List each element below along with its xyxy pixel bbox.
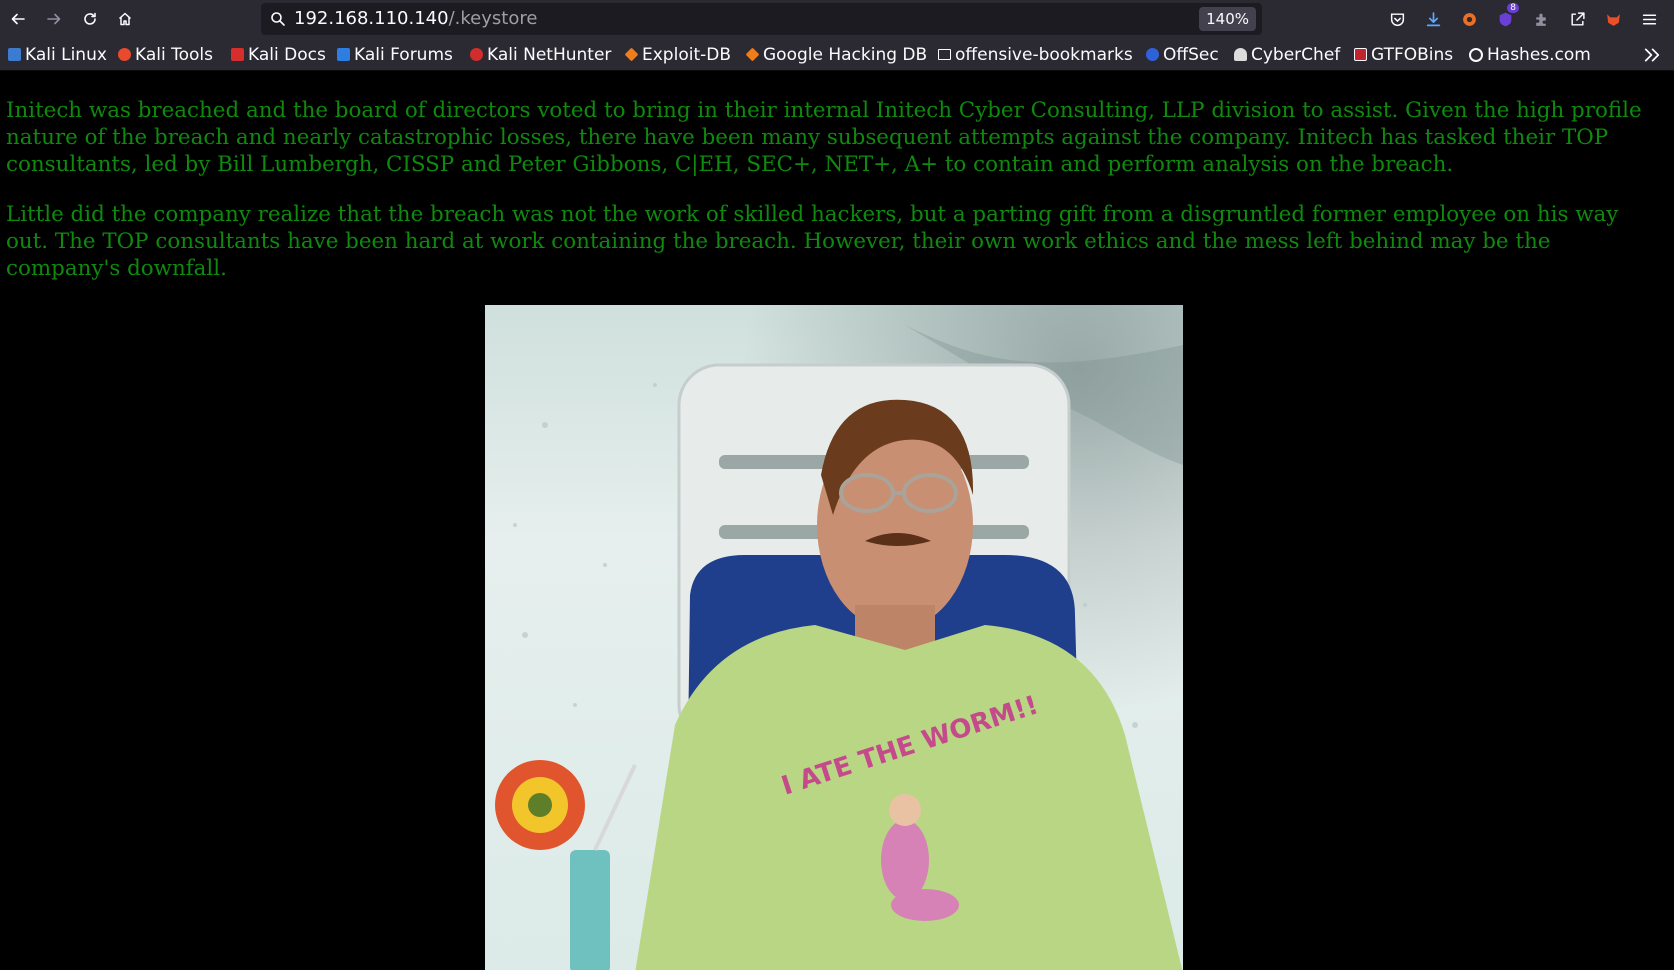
extension-badge: 8 xyxy=(1507,3,1519,13)
arrow-left-icon xyxy=(11,13,25,25)
offsec-icon xyxy=(1146,48,1159,61)
search-icon xyxy=(271,12,285,26)
bookmark-cyberchef[interactable]: CyberChef xyxy=(1234,39,1340,70)
share-button[interactable] xyxy=(1565,7,1589,31)
bookmark-label: Kali NetHunter xyxy=(487,44,612,65)
bookmark-label: CyberChef xyxy=(1251,44,1341,65)
kali-docs-icon xyxy=(231,48,244,61)
bookmark-folder-offensive-bookmarks[interactable]: offensive-bookmarks xyxy=(938,39,1133,70)
pocket-button[interactable] xyxy=(1385,7,1409,31)
bookmark-gtfobins[interactable]: GTFOBins xyxy=(1354,39,1453,70)
nethunter-icon xyxy=(470,48,483,61)
bookmark-label: Kali Tools xyxy=(135,44,213,65)
bookmark-label: Exploit-DB xyxy=(642,44,731,65)
bookmark-label: Kali Forums xyxy=(354,44,453,65)
url-text[interactable]: 192.168.110.140/.keystore xyxy=(294,3,537,35)
fox-icon xyxy=(1606,13,1620,26)
bookmark-label: Kali Docs xyxy=(248,44,326,65)
intro-paragraph: Initech was breached and the board of di… xyxy=(6,98,1642,177)
home-icon xyxy=(118,12,132,26)
back-button[interactable] xyxy=(4,5,32,33)
address-bar[interactable]: 192.168.110.140/.keystore 140% xyxy=(261,3,1262,35)
bookmark-label: offensive-bookmarks xyxy=(955,44,1133,65)
bookmark-kali-forums[interactable]: Kali Forums xyxy=(337,39,453,70)
reload-icon xyxy=(84,12,96,25)
bookmarks-toolbar: Kali Linux Kali Tools Kali Docs Kali For… xyxy=(0,39,1674,71)
shield-icon xyxy=(1499,12,1511,26)
kali-tools-icon xyxy=(118,48,131,61)
downloads-button[interactable] xyxy=(1421,7,1445,31)
home-button[interactable] xyxy=(111,5,139,33)
url-path: /.keystore xyxy=(448,8,538,29)
hashes-icon xyxy=(1469,47,1483,62)
story-paragraph: Little did the company realize that the … xyxy=(6,202,1619,281)
bookmark-kali-linux[interactable]: Kali Linux xyxy=(8,39,107,70)
gtfobins-icon xyxy=(1354,48,1367,61)
cyberchef-icon xyxy=(1234,48,1247,61)
bookmark-label: OffSec xyxy=(1163,44,1219,65)
menu-button[interactable] xyxy=(1637,7,1661,31)
extension-button-1[interactable] xyxy=(1457,7,1481,31)
url-host: 192.168.110.140 xyxy=(294,8,449,29)
bookmark-label: Hashes.com xyxy=(1487,44,1591,65)
ghdb-icon xyxy=(745,47,760,62)
page-content: Initech was breached and the board of di… xyxy=(0,71,1674,970)
bookmark-kali-nethunter[interactable]: Kali NetHunter xyxy=(470,39,611,70)
exploitdb-icon xyxy=(624,47,639,62)
folder-icon xyxy=(938,49,951,60)
zoom-level-badge[interactable]: 140% xyxy=(1199,7,1256,31)
photo-illustration: I ATE THE WORM!! xyxy=(495,325,1183,970)
share-icon xyxy=(1570,11,1585,26)
bookmark-label: GTFOBins xyxy=(1371,44,1454,65)
profile-button[interactable] xyxy=(1601,7,1625,31)
hamburger-menu-icon xyxy=(1642,13,1656,25)
pocket-icon xyxy=(1390,12,1404,26)
forward-button[interactable] xyxy=(40,5,68,33)
arrow-right-icon xyxy=(47,13,61,25)
browser-toolbar: 192.168.110.140/.keystore 140% 8 xyxy=(0,0,1674,39)
bookmark-label: Google Hacking DB xyxy=(763,44,928,65)
bookmark-kali-docs[interactable]: Kali Docs xyxy=(231,39,326,70)
bookmark-offsec[interactable]: OffSec xyxy=(1146,39,1219,70)
bookmark-label: Kali Linux xyxy=(25,44,107,65)
chevron-double-right-icon[interactable] xyxy=(1642,45,1662,65)
milton-beach-photo: I ATE THE WORM!! xyxy=(485,305,1183,970)
reload-button[interactable] xyxy=(76,5,104,33)
kali-icon xyxy=(8,48,21,61)
extension-button-2[interactable]: 8 xyxy=(1493,3,1519,31)
bookmark-kali-tools[interactable]: Kali Tools xyxy=(118,39,213,70)
bookmark-hashes-com[interactable]: Hashes.com xyxy=(1469,39,1591,70)
bookmark-exploit-db[interactable]: Exploit-DB xyxy=(624,39,731,70)
kali-forums-icon xyxy=(337,48,350,61)
extensions-button[interactable] xyxy=(1529,7,1553,31)
bookmark-google-hacking-db[interactable]: Google Hacking DB xyxy=(745,39,928,70)
download-icon xyxy=(1426,11,1440,26)
puzzle-icon xyxy=(1535,13,1546,26)
foxyproxy-icon xyxy=(1462,12,1476,26)
